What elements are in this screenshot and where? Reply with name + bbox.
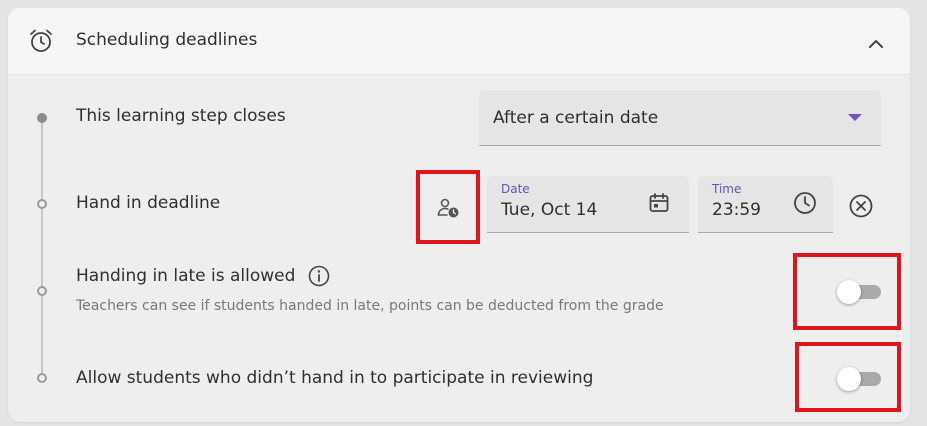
date-field-value: Tue, Oct 14 <box>501 200 598 220</box>
time-field-value: 23:59 <box>712 200 761 220</box>
panel-title: Scheduling deadlines <box>76 30 258 50</box>
clock-icon[interactable] <box>792 190 818 216</box>
timeline-dot <box>37 373 47 383</box>
time-field[interactable]: Time 23:59 <box>698 176 833 233</box>
date-field-label: Date <box>501 182 530 196</box>
timeline-dot <box>37 286 47 296</box>
closes-select[interactable]: After a certain date <box>479 90 881 146</box>
timeline-line <box>41 118 43 380</box>
toggle-knob <box>837 280 861 304</box>
reviewing-toggle[interactable] <box>837 367 881 391</box>
alarm-clock-icon <box>30 29 52 52</box>
late-label: Handing in late is allowed <box>76 266 296 286</box>
chevron-up-icon[interactable] <box>864 32 888 56</box>
person-clock-icon <box>437 198 459 218</box>
late-hint: Teachers can see if students handed in l… <box>76 298 664 314</box>
dropdown-arrow-icon <box>848 114 862 121</box>
timeline-dot <box>37 199 47 209</box>
individual-deadline-button[interactable] <box>416 170 480 244</box>
timeline-dot-filled <box>37 113 47 123</box>
toggle-knob <box>837 367 861 391</box>
closes-select-value: After a certain date <box>493 108 659 128</box>
clear-deadline-icon[interactable] <box>848 193 874 219</box>
info-icon[interactable] <box>308 265 330 287</box>
late-toggle[interactable] <box>837 280 881 304</box>
calendar-icon[interactable] <box>647 191 671 215</box>
scheduling-deadlines-panel: Scheduling deadlines This learning step … <box>8 8 910 422</box>
closes-label: This learning step closes <box>76 106 286 126</box>
time-field-label: Time <box>712 182 742 196</box>
panel-header[interactable]: Scheduling deadlines <box>8 8 910 75</box>
deadline-label: Hand in deadline <box>76 193 221 213</box>
date-field[interactable]: Date Tue, Oct 14 <box>487 176 689 233</box>
reviewing-label: Allow students who didn’t hand in to par… <box>76 368 594 388</box>
